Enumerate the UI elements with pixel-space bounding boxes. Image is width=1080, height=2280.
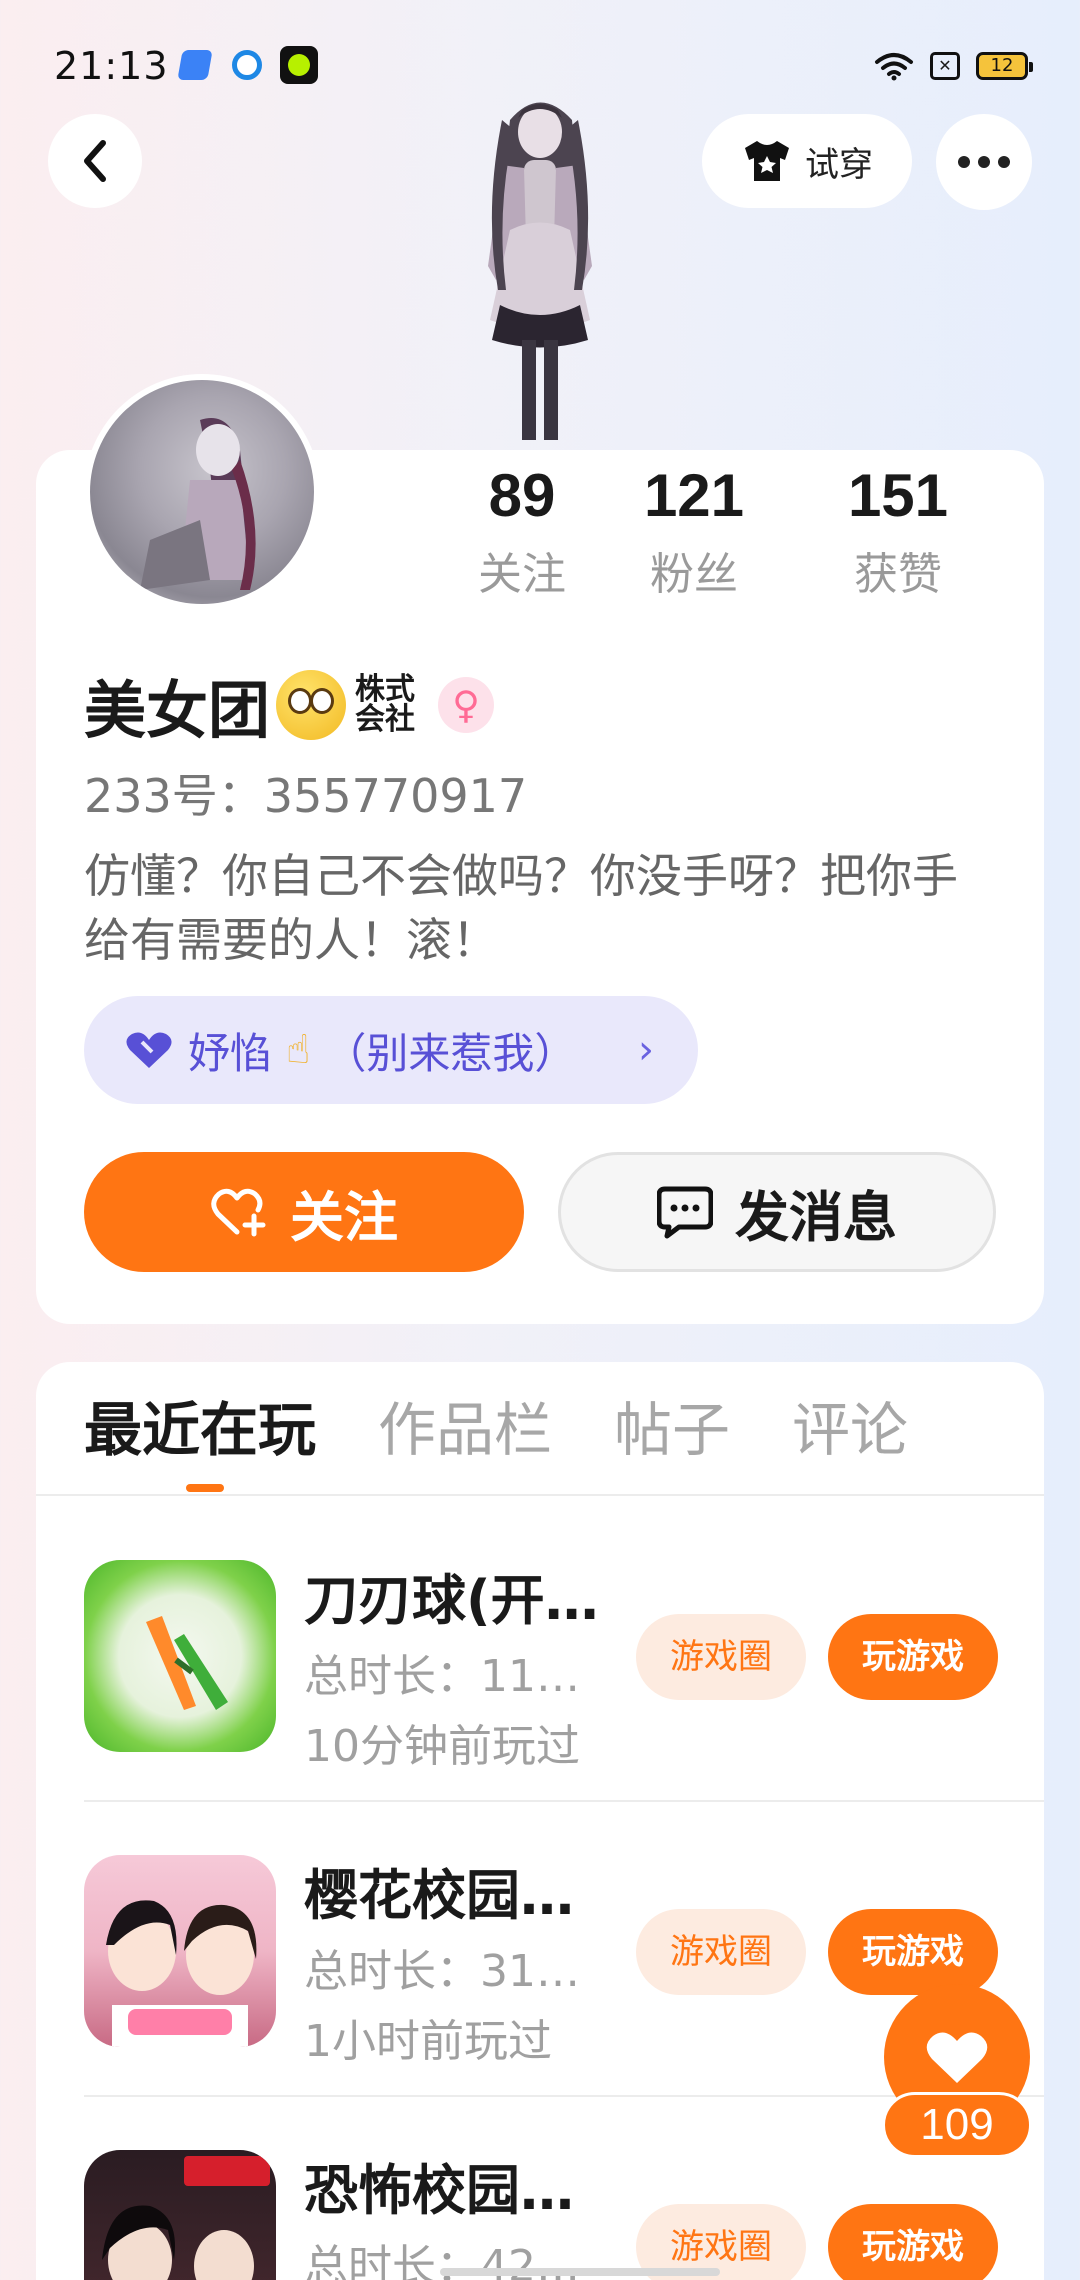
profile-tabs: 最近在玩 作品栏 帖子 评论 (84, 1390, 970, 1470)
game-title: 恐怖校园… (304, 2159, 574, 2222)
like-count: 109 (882, 2092, 1032, 2158)
row-divider (84, 1800, 1044, 1802)
more-dot-icon (978, 156, 990, 168)
battery-icon: 12 (976, 52, 1033, 80)
heart-icon (926, 2032, 988, 2083)
sim-icon: ✕ (930, 52, 960, 80)
avatar[interactable] (84, 374, 320, 610)
app-notification-icon (177, 50, 213, 80)
play-game-button[interactable]: 玩游戏 (828, 1909, 998, 1995)
name-suffix: 株式会社 (355, 672, 416, 737)
status-tag[interactable]: 妤惂 ☝ （别来惹我） › (84, 996, 698, 1104)
back-button[interactable] (48, 114, 142, 208)
avatar-image (90, 380, 314, 604)
heart-icon (126, 1032, 172, 1068)
home-indicator[interactable] (440, 2268, 720, 2276)
stat-label: 关注 (478, 549, 566, 600)
game-duration: 总时长：11… (304, 1651, 580, 1702)
tag-label: 妤惂 (188, 1028, 273, 1078)
tab-posts[interactable]: 帖子 (614, 1390, 730, 1470)
message-button[interactable]: 发消息 (558, 1152, 996, 1272)
tabs-divider (36, 1494, 1044, 1496)
more-button[interactable] (936, 114, 1032, 210)
game-icon-blade-ball (84, 1560, 276, 1752)
follow-button[interactable]: 关注 (84, 1152, 524, 1272)
stat-followers[interactable]: 121 粉丝 (592, 460, 796, 602)
tab-comments[interactable]: 评论 (792, 1390, 908, 1470)
heart-add-icon (211, 1188, 266, 1237)
game-row[interactable]: 刀刃球(开… 总时长：11… 10分钟前玩过 游戏圈 玩游戏 (84, 1560, 1044, 1856)
avatar-character-icon (140, 418, 256, 590)
chevron-right-icon: › (638, 1027, 654, 1073)
name-row: 美女团 株式会社 ♀ (84, 660, 495, 750)
chevron-left-icon (84, 140, 106, 182)
user-id: 233号：355770917 (84, 769, 528, 823)
game-duration: 总时长：31… (304, 1946, 580, 1997)
wifi-icon (875, 53, 913, 81)
stat-likes[interactable]: 151 获赞 (796, 460, 1000, 602)
message-label: 发消息 (735, 1185, 897, 1249)
status-indicators: ✕ 12 (874, 48, 1033, 84)
stat-value: 89 (488, 462, 556, 529)
app-notification-icon-2 (280, 46, 318, 84)
tshirt-icon (745, 141, 789, 181)
game-title: 刀刃球(开… (304, 1569, 599, 1632)
game-title: 樱花校园… (304, 1864, 574, 1927)
tag-suffix: （别来惹我） (324, 1028, 577, 1078)
eye-roll-emoji-icon (276, 670, 347, 740)
active-tab-indicator (186, 1484, 224, 1492)
game-icon-horror-school (84, 2150, 276, 2280)
profile-stats: 89 关注 121 粉丝 151 获赞 (452, 460, 1012, 602)
stat-label: 粉丝 (650, 549, 738, 600)
character-figure (488, 102, 592, 440)
tab-works[interactable]: 作品栏 (378, 1390, 552, 1470)
more-dot-icon (958, 156, 970, 168)
tab-recently-played[interactable]: 最近在玩 (84, 1390, 316, 1470)
game-row[interactable]: 恐怖校园… 总时长：42… 游戏圈 玩游戏 (84, 2150, 1044, 2280)
game-circle-button[interactable]: 游戏圈 (636, 1909, 806, 1995)
user-bio: 仿懂？你自己不会做吗？你没手呀？把你手给有需要的人！滚！ (84, 849, 958, 967)
more-dot-icon (998, 156, 1010, 168)
stat-following[interactable]: 89 关注 (452, 460, 592, 602)
play-game-button[interactable]: 玩游戏 (828, 2204, 998, 2280)
status-time: 21:13 (54, 44, 169, 88)
chat-bubble-icon (657, 1186, 713, 1239)
hand-gesture-icon: ☝ (286, 1027, 311, 1073)
browser-notification-icon (232, 50, 262, 80)
stat-value: 121 (643, 462, 745, 529)
stat-label: 获赞 (854, 549, 942, 600)
play-game-button[interactable]: 玩游戏 (828, 1614, 998, 1700)
user-name: 美女团 (84, 674, 271, 747)
game-last-played: 10分钟前玩过 (304, 1721, 580, 1772)
try-on-label: 试穿 (805, 144, 873, 185)
game-last-played: 1小时前玩过 (304, 2016, 552, 2067)
try-on-button[interactable]: 试穿 (702, 114, 912, 208)
stat-value: 151 (847, 462, 949, 529)
game-circle-button[interactable]: 游戏圈 (636, 1614, 806, 1700)
female-gender-icon: ♀ (438, 677, 495, 733)
game-icon-sakura-school (84, 1855, 276, 2047)
follow-label: 关注 (290, 1185, 398, 1249)
